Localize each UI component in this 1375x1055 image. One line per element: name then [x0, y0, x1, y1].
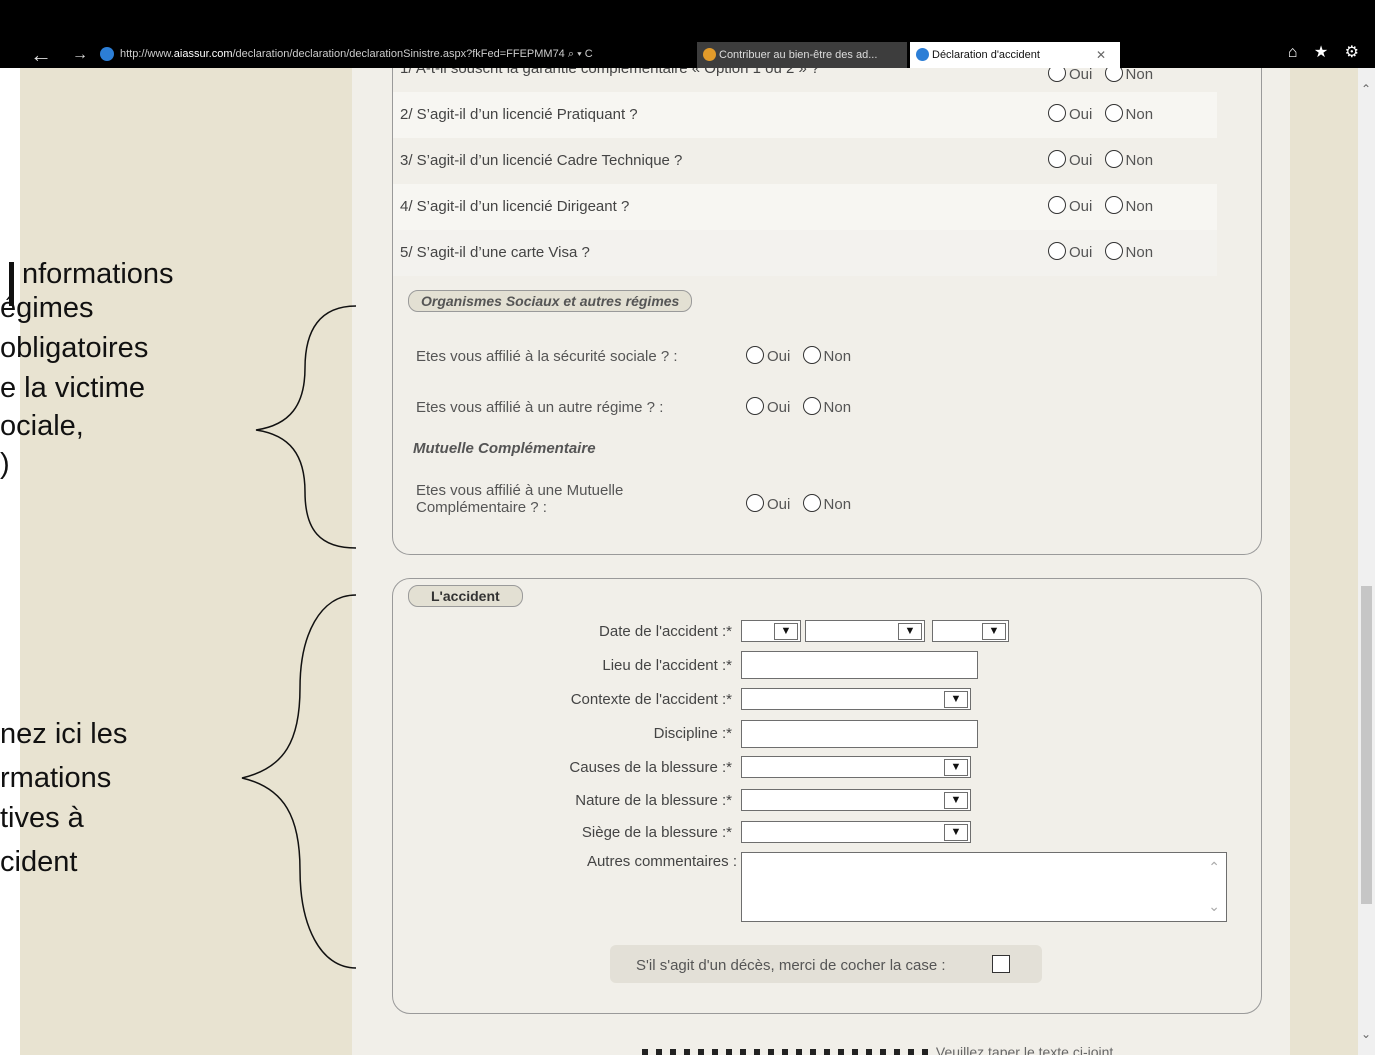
brace-organismes	[255, 305, 357, 549]
annotation-braces	[241, 305, 357, 969]
brace-accident	[241, 594, 357, 969]
